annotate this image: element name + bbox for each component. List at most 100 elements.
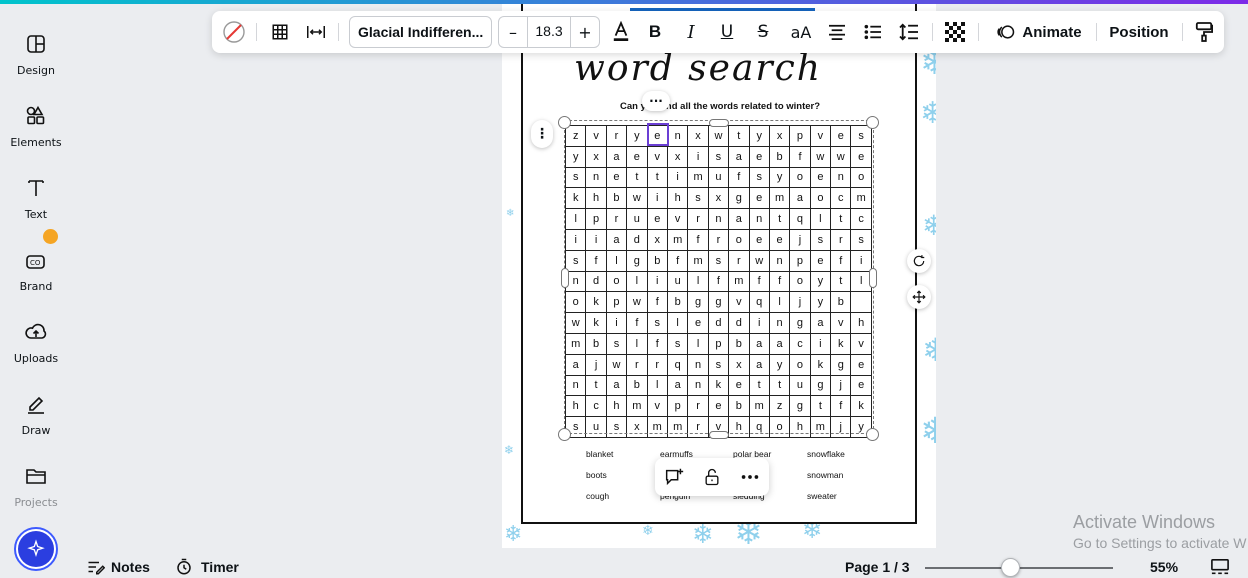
grid-cell[interactable]: m xyxy=(647,417,668,438)
grid-cell[interactable]: a xyxy=(729,146,750,168)
grid-cell[interactable]: i xyxy=(667,167,689,189)
grid-cell[interactable]: l xyxy=(566,209,587,230)
grid-cell[interactable]: t xyxy=(769,209,791,230)
grid-cell[interactable]: e xyxy=(851,146,872,168)
grid-cell[interactable]: z xyxy=(566,126,587,147)
grid-cell[interactable]: i xyxy=(688,146,709,168)
grid-cell[interactable]: k xyxy=(586,313,607,334)
word-search-heading[interactable]: word search xyxy=(574,48,822,89)
magic-button[interactable] xyxy=(14,527,58,571)
grid-cell[interactable]: d xyxy=(708,313,730,334)
grid-cell[interactable]: w xyxy=(627,292,648,314)
grid-cell[interactable]: g xyxy=(708,292,730,314)
grid-cell[interactable]: n xyxy=(749,209,770,230)
grid-cell[interactable]: e xyxy=(769,229,791,251)
animate-button[interactable]: Animate xyxy=(994,11,1084,53)
grid-cell[interactable]: s xyxy=(688,188,709,210)
grid-cell[interactable]: u xyxy=(627,209,648,230)
grid-cell[interactable]: c xyxy=(790,333,811,355)
grid-cell[interactable]: o xyxy=(790,271,811,293)
word-item[interactable]: snowflake xyxy=(807,449,845,459)
grid-cell[interactable]: f xyxy=(667,250,689,272)
grid-cell[interactable]: r xyxy=(831,229,852,251)
grid-cell[interactable]: b xyxy=(606,188,628,210)
grid-cell[interactable]: v xyxy=(647,396,668,418)
word-item[interactable]: sweater xyxy=(807,491,837,501)
grid-cell[interactable]: s xyxy=(810,229,832,251)
grid-cell[interactable]: x xyxy=(708,188,730,210)
resize-handle[interactable] xyxy=(561,268,569,288)
grid-cell[interactable]: b xyxy=(647,250,668,272)
grid-cell[interactable]: e xyxy=(749,188,770,210)
grid-cell[interactable]: w xyxy=(566,313,587,334)
notes-button[interactable]: Notes xyxy=(87,556,150,578)
resize-handle[interactable] xyxy=(709,119,729,127)
resize-handle[interactable] xyxy=(709,431,729,439)
grid-cell[interactable]: o xyxy=(606,271,628,293)
grid-cell[interactable]: g xyxy=(627,250,648,272)
grid-cell[interactable]: x xyxy=(667,146,689,168)
sidebar-item-design[interactable]: Design xyxy=(0,24,72,90)
grid-cell[interactable]: n xyxy=(688,375,709,397)
grid-cell[interactable]: x xyxy=(627,417,648,438)
font-family-select[interactable]: Glacial Indifferen... xyxy=(349,16,492,48)
grid-cell[interactable]: h xyxy=(667,188,689,210)
add-comment-icon[interactable] xyxy=(663,466,685,488)
underline-button[interactable]: U xyxy=(716,11,738,53)
grid-cell[interactable]: a xyxy=(667,375,689,397)
grid-cell[interactable]: s xyxy=(566,167,587,189)
grid-cell[interactable]: x xyxy=(769,126,791,147)
grid-cell[interactable]: v xyxy=(810,126,832,147)
grid-cell[interactable]: x xyxy=(586,146,607,168)
page-indicator[interactable]: Page 1 / 3 xyxy=(845,556,910,578)
grid-cell[interactable]: m xyxy=(749,396,770,418)
lock-icon[interactable] xyxy=(702,466,722,488)
grid-cell[interactable]: s xyxy=(606,333,628,355)
word-item[interactable]: snowman xyxy=(807,470,843,480)
grid-cell[interactable]: q xyxy=(749,292,770,314)
grid-cell[interactable]: f xyxy=(790,146,811,168)
grid-cell[interactable]: g xyxy=(810,375,832,397)
grid-cell[interactable]: m xyxy=(769,188,791,210)
grid-cell[interactable]: f xyxy=(729,167,750,189)
grid-cell[interactable]: r xyxy=(688,209,709,230)
grid-cell[interactable]: c xyxy=(586,396,607,418)
sidebar-item-text[interactable]: Text xyxy=(0,168,72,234)
grid-cell[interactable]: w xyxy=(749,250,770,272)
text-color-button[interactable] xyxy=(610,11,632,53)
grid-cell[interactable]: c xyxy=(831,188,852,210)
grid-cell[interactable]: w xyxy=(708,126,730,147)
grid-cell[interactable]: l xyxy=(627,271,648,293)
grid-cell[interactable]: k xyxy=(708,375,730,397)
grid-cell[interactable]: b xyxy=(667,292,689,314)
grid-cell[interactable]: o xyxy=(851,167,872,189)
grid-cell[interactable]: n xyxy=(708,209,730,230)
grid-cell[interactable]: g xyxy=(790,396,811,418)
zoom-slider-handle[interactable] xyxy=(1000,558,1020,577)
word-item[interactable]: cough xyxy=(586,491,609,501)
grid-cell[interactable]: e xyxy=(831,126,852,147)
grid-cell[interactable]: b xyxy=(831,292,852,314)
grid-cell[interactable]: t xyxy=(769,375,791,397)
grid-cell[interactable]: t xyxy=(729,126,750,147)
grid-cell[interactable]: m xyxy=(627,396,648,418)
grid-cell[interactable]: x xyxy=(729,354,750,376)
grid-cell[interactable]: l xyxy=(688,271,709,293)
grid-cell[interactable]: i xyxy=(606,313,628,334)
grid-cell[interactable]: o xyxy=(769,417,791,438)
grid-cell[interactable]: a xyxy=(729,209,750,230)
grid-cell[interactable]: h xyxy=(566,396,587,418)
grid-cell[interactable]: r xyxy=(606,209,628,230)
grid-cell[interactable]: r xyxy=(729,250,750,272)
grid-cell[interactable]: n xyxy=(831,167,852,189)
grid-cell[interactable]: f xyxy=(586,250,607,272)
grid-cell[interactable]: p xyxy=(606,292,628,314)
grid-cell[interactable]: i xyxy=(851,250,872,272)
move-button[interactable] xyxy=(907,285,931,309)
grid-cell[interactable]: a xyxy=(749,333,770,355)
grid-cell[interactable]: p xyxy=(667,396,689,418)
grid-cell[interactable]: s xyxy=(606,417,628,438)
grid-cell[interactable]: y xyxy=(769,354,791,376)
grid-cell[interactable]: t xyxy=(647,167,668,189)
grid-cell[interactable]: h xyxy=(606,396,628,418)
